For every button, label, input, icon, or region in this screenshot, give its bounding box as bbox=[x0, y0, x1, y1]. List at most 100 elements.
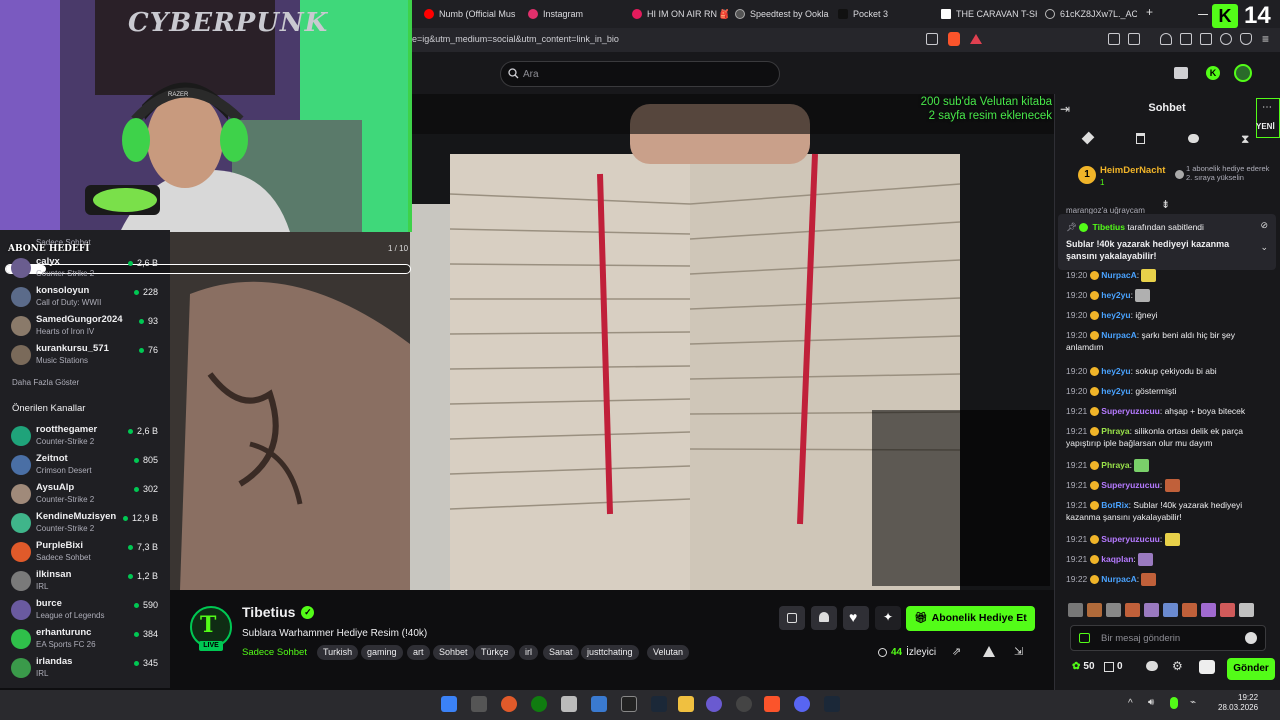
sidebar-toggle-icon[interactable] bbox=[1180, 33, 1192, 45]
brave-shield-icon[interactable] bbox=[948, 32, 960, 46]
sidebar-recommended-item-8[interactable]: irlandas IRL 345 bbox=[0, 654, 170, 683]
brave-icon[interactable] bbox=[764, 696, 780, 712]
stream-tag[interactable]: justtchating bbox=[581, 645, 639, 660]
sidebar-recommended-item-0[interactable]: rootthegamer Counter-Strike 2 2,6 B bbox=[0, 422, 170, 451]
trash-icon[interactable] bbox=[1136, 133, 1145, 144]
emote-icon[interactable] bbox=[1182, 603, 1197, 617]
sparkle-button[interactable]: ✦ bbox=[875, 606, 901, 630]
chat-bubble-icon[interactable] bbox=[1146, 661, 1158, 671]
chat-input[interactable]: Bir mesaj gönderin bbox=[1070, 625, 1266, 651]
extensions-icon[interactable] bbox=[1108, 33, 1120, 45]
unpin-icon[interactable]: ⊘ bbox=[1260, 220, 1268, 231]
emote-icon[interactable] bbox=[1201, 603, 1216, 617]
shield-icon[interactable] bbox=[1240, 33, 1252, 45]
message-username[interactable]: Superyuzucuu bbox=[1101, 534, 1160, 544]
message-username[interactable]: Phraya bbox=[1101, 426, 1129, 436]
chat-bubble-icon[interactable] bbox=[1188, 134, 1199, 143]
sidebar-recommended-item-2[interactable]: AysuAlp Counter-Strike 2 302 bbox=[0, 480, 170, 509]
message-username[interactable]: hey2yu bbox=[1101, 366, 1130, 376]
app-icon[interactable] bbox=[736, 696, 752, 712]
vpn-icon[interactable] bbox=[1220, 33, 1232, 45]
gift-subscription-button[interactable]: 🎁︎ Abonelik Hediye Et bbox=[906, 606, 1035, 631]
streamer-name[interactable]: Tibetius bbox=[242, 604, 295, 620]
sidebar-recommended-item-7[interactable]: erhanturunc EA Sports FC 26 384 bbox=[0, 625, 170, 654]
stream-category[interactable]: Sadece Sohbet bbox=[242, 647, 307, 658]
stream-tag[interactable]: gaming bbox=[361, 645, 403, 660]
sidebar-followed-item-2[interactable]: SamedGungor2024 Hearts of Iron IV 93 bbox=[0, 312, 170, 341]
microphone-icon[interactable] bbox=[1170, 697, 1178, 709]
browser-tab-caravan[interactable]: THE CARAVAN T-SH bbox=[941, 4, 1037, 24]
chevron-down-icon[interactable]: ⌄ bbox=[1260, 242, 1268, 253]
emote-icon[interactable] bbox=[1106, 603, 1121, 617]
message-username[interactable]: hey2yu bbox=[1101, 290, 1130, 300]
minimize-button[interactable] bbox=[1198, 5, 1208, 15]
sidebar-recommended-item-4[interactable]: PurpleBixi Sadece Sohbet 7,3 B bbox=[0, 538, 170, 567]
emote-icon[interactable] bbox=[1239, 603, 1254, 617]
browser-tab-instagram[interactable]: Instagram bbox=[528, 4, 624, 24]
chat-options-icon[interactable]: ⋯ bbox=[1262, 102, 1272, 113]
gear-icon[interactable]: ⚙ bbox=[1172, 659, 1183, 673]
clip-button[interactable] bbox=[779, 606, 805, 630]
url-text[interactable]: e=ig&utm_medium=social&utm_content=link_… bbox=[412, 34, 619, 44]
app-icon[interactable] bbox=[591, 696, 607, 712]
steam-icon[interactable] bbox=[651, 696, 667, 712]
stream-tag[interactable]: Velutan bbox=[647, 645, 690, 660]
browser-tab-pocket[interactable]: Pocket 3 bbox=[838, 4, 934, 24]
app-icon[interactable] bbox=[561, 696, 577, 712]
notification-button[interactable] bbox=[811, 606, 837, 630]
gifter-name[interactable]: HeimDerNacht bbox=[1100, 165, 1165, 176]
kick-points-icon[interactable]: K bbox=[1206, 66, 1220, 80]
browser-tab-youtube[interactable]: Numb (Official Mus bbox=[424, 4, 520, 24]
emote-picker-icon[interactable] bbox=[1199, 660, 1215, 674]
sidebar-recommended-item-3[interactable]: KendineMuzisyen Counter-Strike 2 12,9 B bbox=[0, 509, 170, 538]
folder-icon[interactable] bbox=[678, 696, 694, 712]
wallet-icon[interactable] bbox=[1200, 33, 1212, 45]
emote-icon[interactable] bbox=[1163, 603, 1178, 617]
stream-tag[interactable]: irl bbox=[519, 645, 538, 660]
browser-tab-speedtest[interactable]: Speedtest by Ookla bbox=[735, 4, 831, 24]
steam-icon[interactable] bbox=[824, 696, 840, 712]
sidebar-recommended-item-5[interactable]: ilkinsan IRL 1,2 B bbox=[0, 567, 170, 596]
message-username[interactable]: NurpacA bbox=[1101, 574, 1136, 584]
browser-tab-kick[interactable]: HI IM ON AIR RN 🎒 bbox=[632, 4, 728, 24]
new-tab-button[interactable]: + bbox=[1146, 5, 1153, 19]
share-icon[interactable]: ⇗ bbox=[952, 645, 961, 658]
menu-icon[interactable]: ≡ bbox=[1262, 32, 1269, 46]
channel-points[interactable]: ✿ 50 bbox=[1072, 661, 1095, 672]
gift-points[interactable]: 0 bbox=[1104, 661, 1123, 672]
message-username[interactable]: BotRix bbox=[1101, 500, 1128, 510]
sidebar-recommended-item-1[interactable]: Zeitnot Crimson Desert 805 bbox=[0, 451, 170, 480]
message-username[interactable]: Superyuzucuu bbox=[1101, 406, 1160, 416]
stream-tag[interactable]: Turkish bbox=[317, 645, 359, 660]
inventory-icon[interactable] bbox=[1174, 67, 1188, 79]
hourglass-icon[interactable]: ⧗ bbox=[1241, 132, 1249, 147]
emoji-icon[interactable] bbox=[1245, 632, 1257, 644]
screenshot-icon[interactable] bbox=[1128, 33, 1140, 45]
message-username[interactable]: NurpacA bbox=[1101, 330, 1136, 340]
start-icon[interactable] bbox=[441, 696, 457, 712]
sidebar-followed-item-1[interactable]: konsoloyun Call of Duty: WWII 228 bbox=[0, 283, 170, 312]
message-username[interactable]: hey2yu bbox=[1101, 310, 1130, 320]
network-icon[interactable]: ⌁ bbox=[1190, 697, 1196, 708]
message-username[interactable]: NurpacA bbox=[1101, 270, 1136, 280]
emote-icon[interactable] bbox=[1125, 603, 1140, 617]
music-icon[interactable] bbox=[1160, 33, 1172, 45]
system-clock[interactable]: 19:22 28.03.2026 bbox=[1218, 693, 1258, 713]
stream-tag[interactable]: Sanat bbox=[543, 645, 579, 660]
message-username[interactable]: hey2yu bbox=[1101, 386, 1130, 396]
share-icon[interactable] bbox=[926, 33, 938, 45]
more-icon[interactable]: ⇲ bbox=[1014, 645, 1023, 658]
discord-icon[interactable] bbox=[794, 696, 810, 712]
message-username[interactable]: kaqplan bbox=[1101, 554, 1133, 564]
show-more-link[interactable]: Daha Fazla Göster bbox=[12, 378, 79, 387]
sidebar-followed-item-0[interactable]: calyx Counter-Strike 2 2,6 B bbox=[0, 254, 170, 283]
emote-icon[interactable] bbox=[1087, 603, 1102, 617]
tray-chevron-icon[interactable]: ^ bbox=[1128, 698, 1133, 709]
emote-icon[interactable] bbox=[1068, 603, 1083, 617]
sidebar-recommended-item-6[interactable]: burce League of Legends 590 bbox=[0, 596, 170, 625]
search-input[interactable] bbox=[500, 61, 780, 87]
message-username[interactable]: Phraya bbox=[1101, 460, 1129, 470]
expand-arrow-icon[interactable]: ⇟ bbox=[1161, 198, 1170, 211]
avatar[interactable] bbox=[1234, 64, 1252, 82]
volume-icon[interactable]: 🔊︎ bbox=[1148, 697, 1154, 708]
